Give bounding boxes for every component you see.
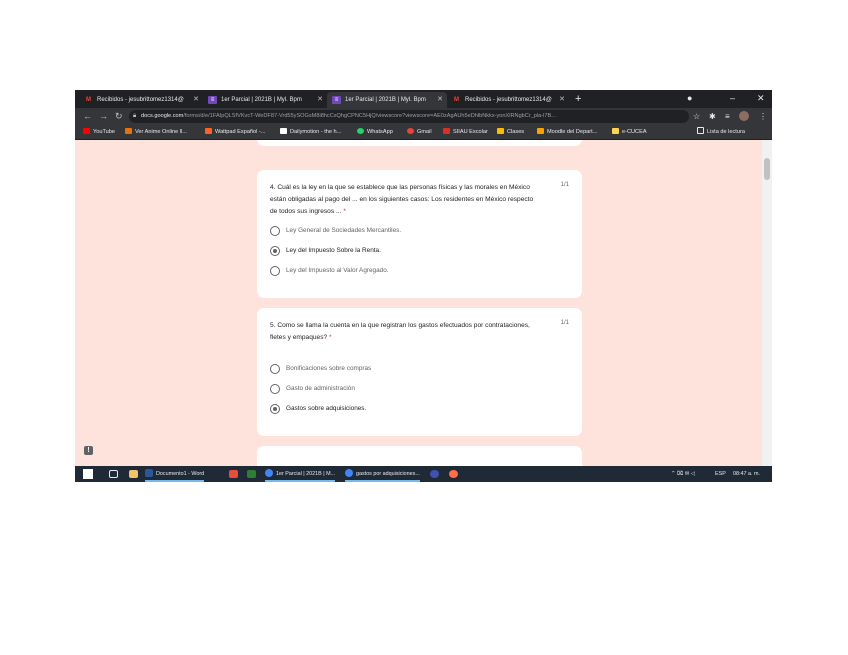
language-indicator[interactable]: ESP: [715, 466, 726, 482]
bookmark-dailymotion[interactable]: Dailymotion - the h...: [280, 125, 341, 139]
question-text: 5. Como se llama la cuenta en la que reg…: [270, 322, 530, 341]
bookmark-gmail[interactable]: Gmail: [407, 125, 432, 139]
system-tray[interactable]: ⌃ ⌧ ✉ ◁: [671, 466, 695, 482]
question-text: 4. Cuál es la ley en la que se establece…: [270, 184, 534, 215]
reading-list-button[interactable]: Lista de lectura: [697, 125, 745, 139]
app-icon[interactable]: [229, 470, 238, 478]
scrollbar-thumb[interactable]: [764, 158, 770, 180]
address-bar[interactable]: 🔒︎ docs.google.com/forms/d/e/1FAIpQLSfVK…: [129, 110, 689, 123]
windows-start-icon[interactable]: [83, 469, 93, 479]
question-points: 1/1: [560, 182, 569, 188]
tab-gmail-2[interactable]: M Recibidos - jesubrittomez1314@ ✕: [447, 92, 569, 108]
gmail-icon: M: [454, 97, 459, 103]
youtube-icon: [83, 128, 90, 134]
bookmark-ecucea[interactable]: e-CUCEA: [612, 125, 647, 139]
forward-button[interactable]: →: [99, 110, 108, 123]
reading-list-icon[interactable]: ≡: [725, 110, 730, 123]
close-icon[interactable]: ✕: [437, 92, 443, 108]
radio-button[interactable]: [270, 364, 280, 374]
google-forms-icon: ≡: [208, 96, 217, 104]
ecucea-icon: [612, 128, 619, 134]
clock[interactable]: 08:47 a. m.: [733, 466, 760, 482]
back-button[interactable]: ←: [83, 110, 92, 123]
close-icon[interactable]: ✕: [193, 92, 199, 108]
form-page: 4. Cuál es la ley en la que se establece…: [75, 140, 772, 466]
browser-toolbar: ← → ↻ 🔒︎ docs.google.com/forms/d/e/1FAIp…: [75, 108, 772, 125]
windows-taskbar: Documento1 - Word 1er Parcial | 2021B | …: [75, 466, 772, 482]
bookmark-star-icon[interactable]: ☆: [693, 110, 700, 123]
extensions-icon[interactable]: ✱: [709, 110, 716, 123]
reload-button[interactable]: ↻: [115, 110, 123, 123]
chrome-icon: [265, 469, 273, 477]
bookmarks-bar: YouTube Ver Anime Online ll... Wattpad E…: [75, 125, 772, 140]
word-icon: [145, 469, 153, 477]
wattpad-icon: [205, 128, 212, 134]
taskbar-word[interactable]: Documento1 - Word: [145, 466, 205, 482]
gmail-icon: M: [86, 97, 91, 103]
bookmark-youtube[interactable]: YouTube: [83, 125, 115, 139]
question-card-4: 4. Cuál es la ley en la que se establece…: [257, 170, 582, 298]
taskbar-chrome-form[interactable]: 1er Parcial | 2021B | M...: [265, 466, 336, 482]
chrome-icon: [345, 469, 353, 477]
bookmark-clases[interactable]: Clases: [497, 125, 524, 139]
taskbar-chrome-search[interactable]: gastos por adquisiciones...: [345, 466, 420, 482]
new-tab-button[interactable]: +: [575, 92, 581, 106]
scrollbar[interactable]: [762, 140, 772, 466]
browser-screenshot: M Recibidos - jesubrittomez1314@ ✕ ≡ 1er…: [75, 90, 772, 482]
lock-icon: 🔒︎: [133, 113, 137, 119]
minimize-button[interactable]: –: [730, 92, 735, 104]
report-icon[interactable]: !: [84, 446, 93, 455]
radio-button[interactable]: [270, 384, 280, 394]
tab-strip: M Recibidos - jesubrittomez1314@ ✕ ≡ 1er…: [75, 90, 772, 108]
question-points: 1/1: [560, 320, 569, 326]
radio-button[interactable]: [270, 246, 280, 256]
app-icon[interactable]: [430, 470, 439, 478]
close-icon[interactable]: ✕: [317, 92, 323, 108]
reading-list-icon: [697, 127, 704, 134]
tab-gmail-1[interactable]: M Recibidos - jesubrittomez1314@ ✕: [79, 92, 203, 108]
avatar[interactable]: [739, 111, 749, 121]
radio-button[interactable]: [270, 404, 280, 414]
firefox-icon[interactable]: [449, 470, 458, 478]
tab-forms-active[interactable]: ≡ 1er Parcial | 2021B | Myl. Bpm ✕: [327, 92, 447, 108]
gmail-icon: [407, 128, 414, 134]
bookmark-anime[interactable]: Ver Anime Online ll...: [125, 125, 187, 139]
anime-icon: [125, 128, 132, 134]
profile-icon[interactable]: ●: [687, 92, 692, 104]
close-icon[interactable]: ✕: [559, 92, 565, 108]
app-icon[interactable]: [247, 470, 256, 478]
question-card-next: [257, 446, 582, 466]
bookmark-moodle[interactable]: Moodle del Depart...: [537, 125, 597, 139]
radio-button[interactable]: [270, 266, 280, 276]
task-view-icon[interactable]: [109, 470, 118, 478]
bookmark-siiau[interactable]: SIIAU Escolar: [443, 125, 488, 139]
dailymotion-icon: [280, 128, 287, 134]
question-card-previous: [257, 140, 582, 146]
siiau-icon: [443, 128, 450, 134]
whatsapp-icon: [357, 128, 364, 134]
radio-button[interactable]: [270, 226, 280, 236]
bookmark-wattpad[interactable]: Wattpad Español -...: [205, 125, 265, 139]
classroom-icon: [497, 128, 504, 134]
moodle-icon: [537, 128, 544, 134]
question-card-5: 5. Como se llama la cuenta en la que reg…: [257, 308, 582, 436]
close-window-button[interactable]: ✕: [757, 92, 765, 104]
file-explorer-icon[interactable]: [129, 470, 138, 478]
tab-forms-1[interactable]: ≡ 1er Parcial | 2021B | Myl. Bpm ✕: [203, 92, 327, 108]
menu-icon[interactable]: ⋮: [759, 110, 767, 123]
bookmark-whatsapp[interactable]: WhatsApp: [357, 125, 393, 139]
google-forms-icon: ≡: [332, 96, 341, 104]
